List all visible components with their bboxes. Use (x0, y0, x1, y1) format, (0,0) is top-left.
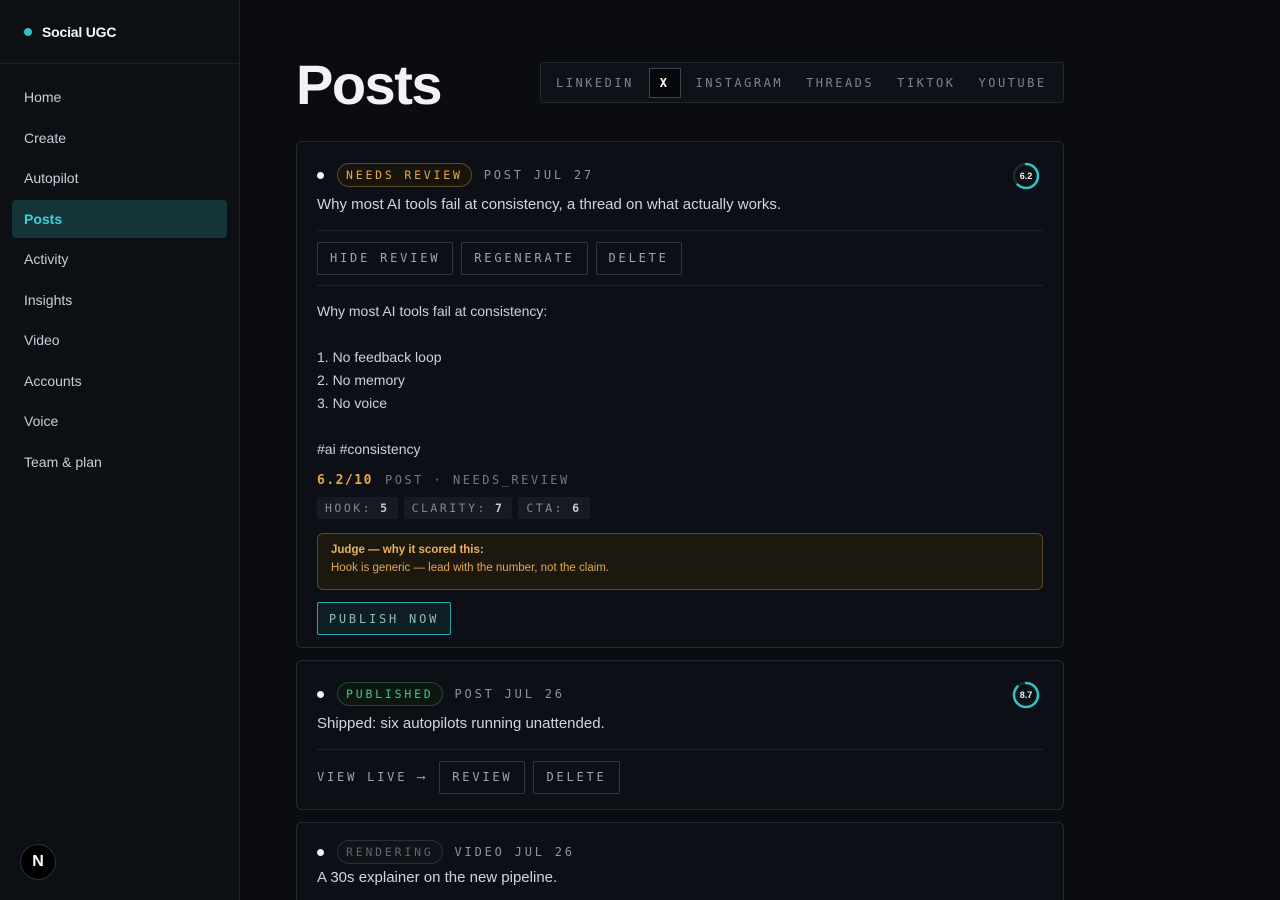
hide-review-button[interactable]: HIDE REVIEW (317, 241, 454, 275)
post-meta: POST JUL 26 (454, 687, 565, 701)
post-body-line: Why most AI tools fail at consistency: (317, 303, 548, 319)
delete-button[interactable]: DELETE (595, 241, 682, 275)
judge-title: Judge — why it scored this: (331, 544, 484, 556)
delete-button[interactable]: DELETE (533, 760, 620, 794)
sidebar-item-create[interactable]: Create (12, 119, 227, 157)
post-card: NEEDS REVIEW POST JUL 27 6.2 Why most AI… (296, 141, 1064, 648)
view-live-link[interactable]: VIEW LIVE ⟶ (317, 770, 427, 784)
tab-instagram[interactable]: INSTAGRAM (688, 68, 792, 98)
post-hashtags: #ai #consistency (317, 441, 421, 457)
sidebar: Social UGC Home Create Autopilot Posts A… (0, 0, 240, 900)
tab-x[interactable]: X (648, 67, 681, 98)
avatar[interactable]: N (20, 844, 56, 880)
score-ring-value: 8.7 (1019, 690, 1033, 700)
sidebar-item-autopilot[interactable]: Autopilot (12, 159, 227, 197)
status-dot-icon (317, 171, 324, 179)
review-button[interactable]: REVIEW (439, 760, 526, 794)
sidebar-item-voice[interactable]: Voice (12, 402, 227, 440)
brand-dot-icon (24, 27, 32, 36)
sidebar-item-video[interactable]: Video (12, 321, 227, 359)
brand-name: Social UGC (42, 23, 117, 40)
sidebar-item-team-plan[interactable]: Team & plan (12, 443, 227, 481)
status-badge: RENDERING (337, 840, 443, 864)
post-body-line: 2. No memory (317, 372, 405, 388)
tab-linkedin[interactable]: LINKEDIN (548, 68, 642, 98)
tab-threads[interactable]: THREADS (798, 68, 882, 98)
score-chips: HOOK: 5 CLARITY: 7 CTA: 6 (297, 491, 1063, 519)
post-body: Why most AI tools fail at consistency: 1… (297, 286, 1063, 461)
sidebar-item-accounts[interactable]: Accounts (12, 362, 227, 400)
post-meta: POST JUL 27 (483, 168, 594, 182)
sidebar-item-insights[interactable]: Insights (12, 281, 227, 319)
score-value: 6.2/10 (317, 472, 373, 488)
tab-tiktok[interactable]: TIKTOK (889, 68, 963, 98)
post-title: Why most AI tools fail at consistency, a… (317, 196, 782, 213)
status-badge: PUBLISHED (337, 682, 443, 706)
score-meta: POST · NEEDS_REVIEW (384, 473, 570, 487)
score-ring-value: 6.2 (1019, 171, 1033, 181)
platform-tabs: LINKEDIN X INSTAGRAM THREADS TIKTOK YOUT… (540, 62, 1064, 103)
sidebar-nav: Home Create Autopilot Posts Activity Ins… (0, 64, 239, 481)
post-card: RENDERING VIDEO JUL 26 A 30s explainer o… (296, 822, 1064, 900)
chip-cta: CTA: 6 (518, 497, 590, 519)
chip-clarity: CLARITY: 7 (403, 497, 513, 519)
judge-note: Judge — why it scored this: Hook is gene… (317, 533, 1043, 590)
status-badge: NEEDS REVIEW (337, 163, 472, 187)
chip-hook: HOOK: 5 (317, 497, 398, 519)
tab-youtube[interactable]: YOUTUBE (971, 68, 1055, 98)
judge-text: Hook is generic — lead with the number, … (331, 562, 610, 574)
publish-now-button[interactable]: PUBLISH NOW (317, 602, 451, 635)
post-title: Shipped: six autopilots running unattend… (317, 715, 605, 732)
post-body-line: 1. No feedback loop (317, 349, 442, 365)
brand[interactable]: Social UGC (0, 0, 239, 64)
sidebar-item-activity[interactable]: Activity (12, 240, 227, 278)
sidebar-item-home[interactable]: Home (12, 78, 227, 116)
status-dot-icon (317, 690, 324, 698)
status-dot-icon (317, 848, 324, 856)
post-meta: VIDEO JUL 26 (454, 845, 575, 859)
score-ring: 6.2 (1012, 162, 1040, 190)
post-body-line: 3. No voice (317, 395, 388, 411)
post-card: PUBLISHED POST JUL 26 8.7 Shipped: six a… (296, 660, 1064, 810)
page-title: Posts (296, 53, 443, 116)
score-ring: 8.7 (1012, 681, 1040, 709)
regenerate-button[interactable]: REGENERATE (461, 241, 588, 275)
sidebar-item-posts[interactable]: Posts (12, 199, 227, 238)
